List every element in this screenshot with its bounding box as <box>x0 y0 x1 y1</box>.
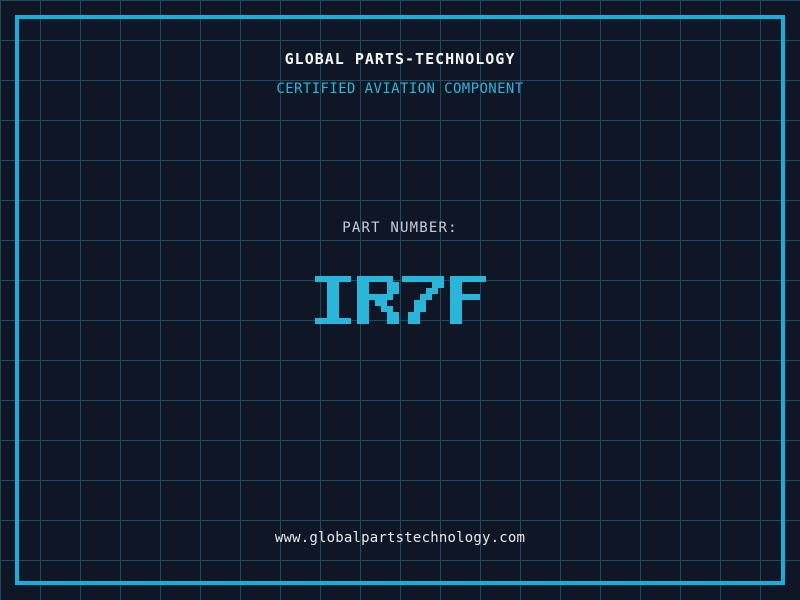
company-name: GLOBAL PARTS-TECHNOLOGY <box>284 50 516 68</box>
part-number-char <box>310 276 355 324</box>
website-url: www.globalpartstechnology.com <box>274 530 526 546</box>
certificate-card: GLOBAL PARTS-TECHNOLOGY CERTIFIED AVIATI… <box>0 0 800 600</box>
part-number-value <box>0 276 800 324</box>
part-number-char <box>445 276 490 324</box>
part-number-char <box>355 276 400 324</box>
part-number-label: PART NUMBER: <box>342 220 458 236</box>
tagline: CERTIFIED AVIATION COMPONENT <box>276 81 524 97</box>
part-number-char <box>400 276 445 324</box>
